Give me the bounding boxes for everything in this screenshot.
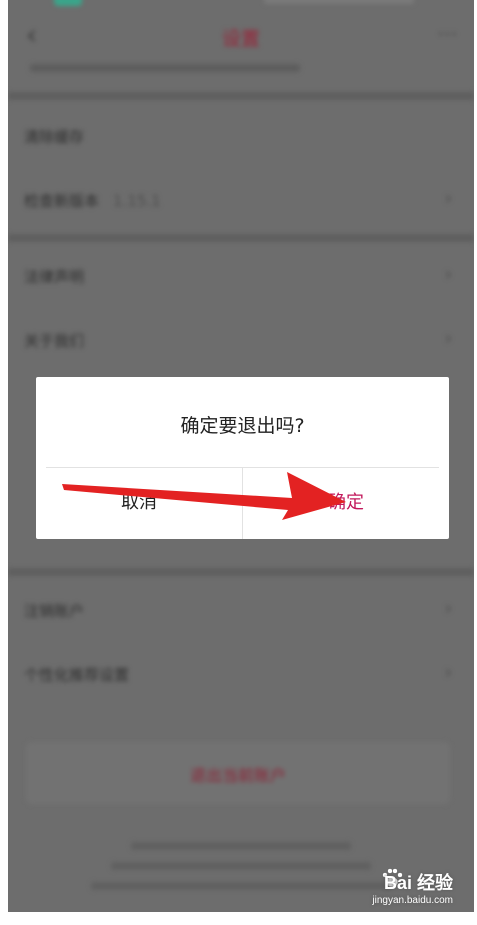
cancel-button[interactable]: 取消 bbox=[36, 467, 242, 539]
confirm-dialog: 确定要退出吗? 取消 确定 bbox=[36, 377, 449, 539]
settings-row-check-version[interactable]: 检查新版本 1.15.1 › bbox=[8, 168, 474, 232]
settings-row-label: 清除缓存 bbox=[24, 128, 85, 146]
settings-row-legal[interactable]: 法律声明 › bbox=[8, 244, 474, 308]
watermark-logo-text: Bai 经验 bbox=[383, 873, 453, 893]
dialog-message: 确定要退出吗? bbox=[180, 415, 305, 437]
logout-label: 退出当前账户 bbox=[189, 766, 286, 785]
chevron-right-icon: › bbox=[444, 328, 452, 349]
status-icons bbox=[264, 0, 414, 4]
settings-row-label: 个性化推荐设置 bbox=[24, 666, 130, 684]
settings-row-delete-account[interactable]: 注销账户 › bbox=[8, 578, 474, 642]
section-divider bbox=[8, 234, 474, 242]
phone-screen: ‹ 设置 ··· 清除缓存 检查新版本 1.15.1 › 法律声明 › 关于我们 … bbox=[8, 0, 474, 912]
version-value: 1.15.1 bbox=[113, 192, 161, 210]
settings-row-about[interactable]: 关于我们 › bbox=[8, 308, 474, 372]
settings-row-label: 关于我们 bbox=[24, 332, 85, 350]
status-bar bbox=[8, 0, 474, 8]
section-divider bbox=[8, 92, 474, 100]
settings-row-label: 法律声明 bbox=[24, 268, 85, 286]
baidu-watermark: Bai 经验 jingyan.baidu.com bbox=[335, 868, 453, 913]
settings-row-personalization[interactable]: 个性化推荐设置 › bbox=[8, 642, 474, 706]
chevron-right-icon: › bbox=[444, 662, 452, 683]
page-title: 设置 bbox=[221, 28, 260, 50]
settings-row-label: 检查新版本 1.15.1 bbox=[24, 192, 161, 210]
logout-button[interactable]: 退出当前账户 bbox=[26, 742, 450, 804]
nav-bar: ‹ 设置 ··· bbox=[8, 10, 474, 62]
watermark-url: jingyan.baidu.com bbox=[372, 895, 453, 906]
more-dots-icon[interactable]: ··· bbox=[438, 24, 458, 45]
section-divider bbox=[8, 568, 474, 576]
status-indicator bbox=[54, 0, 82, 6]
chevron-right-icon: › bbox=[444, 598, 452, 619]
confirm-button[interactable]: 确定 bbox=[243, 467, 449, 539]
faint-text bbox=[30, 64, 300, 72]
chevron-right-icon: › bbox=[444, 264, 452, 285]
settings-row-clear-cache[interactable]: 清除缓存 bbox=[8, 104, 474, 168]
settings-row-label: 注销账户 bbox=[24, 602, 85, 620]
chevron-right-icon: › bbox=[444, 188, 452, 209]
